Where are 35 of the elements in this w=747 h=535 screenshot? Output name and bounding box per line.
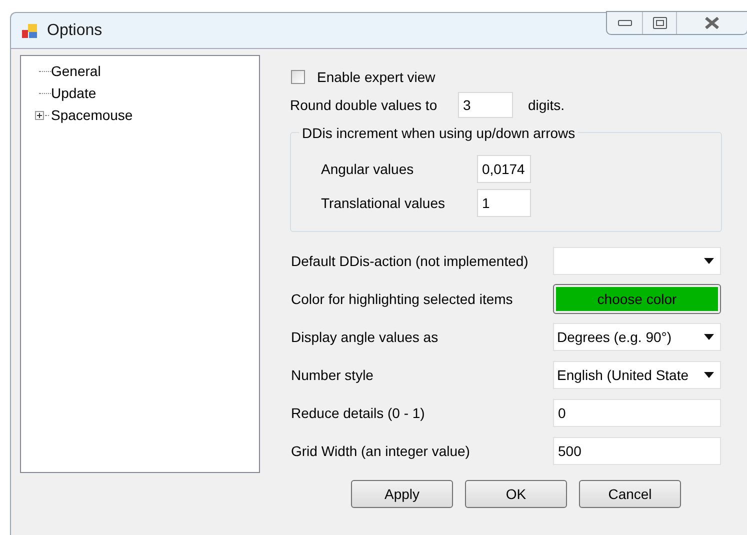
maximize-icon bbox=[652, 17, 666, 29]
close-icon bbox=[704, 17, 720, 29]
tree-item[interactable]: Spacemouse bbox=[51, 104, 133, 126]
field-label: Translational values bbox=[321, 194, 446, 212]
dialog-button[interactable]: Cancel bbox=[579, 480, 681, 508]
dropdown-caret-icon bbox=[704, 258, 714, 264]
dialog-button[interactable]: Apply bbox=[351, 480, 453, 508]
dropdown-caret-icon bbox=[704, 372, 714, 378]
app-icon bbox=[21, 22, 39, 40]
input-field[interactable]: 3 bbox=[458, 92, 513, 118]
color-button[interactable]: choose color bbox=[553, 284, 721, 314]
tree-item[interactable]: Update bbox=[51, 82, 96, 104]
input-field[interactable]: 0 bbox=[553, 399, 721, 427]
field-label: Color for highlighting selected items bbox=[291, 290, 514, 309]
dropdown[interactable]: English (United State bbox=[553, 361, 721, 389]
expand-toggle[interactable] bbox=[35, 110, 44, 120]
dialog-button[interactable]: OK bbox=[465, 480, 567, 508]
checkbox[interactable] bbox=[291, 70, 305, 84]
field-label: Display angle values as bbox=[291, 328, 440, 347]
field-label: Angular values bbox=[321, 160, 415, 179]
field-label: Default DDis-action (not implemented) bbox=[291, 252, 530, 271]
input-field[interactable]: 1 bbox=[477, 189, 531, 217]
dropdown[interactable]: Degrees (e.g. 90°) bbox=[553, 323, 721, 351]
minimize-icon bbox=[618, 19, 632, 27]
input-field[interactable]: 500 bbox=[553, 437, 721, 465]
field-label: Round double values to bbox=[290, 96, 438, 114]
dropdown-caret-icon bbox=[704, 334, 714, 340]
field-label: Reduce details (0 - 1) bbox=[291, 404, 426, 423]
field-label: Grid Width (an integer value) bbox=[291, 442, 471, 461]
window-title: Options bbox=[47, 21, 102, 41]
checkbox-label: Enable expert view bbox=[317, 68, 436, 87]
tree-item[interactable]: General bbox=[51, 60, 101, 82]
input-field[interactable]: 0,0174 bbox=[477, 155, 531, 183]
field-label: Number style bbox=[291, 366, 374, 385]
unit-label: digits. bbox=[528, 96, 565, 115]
